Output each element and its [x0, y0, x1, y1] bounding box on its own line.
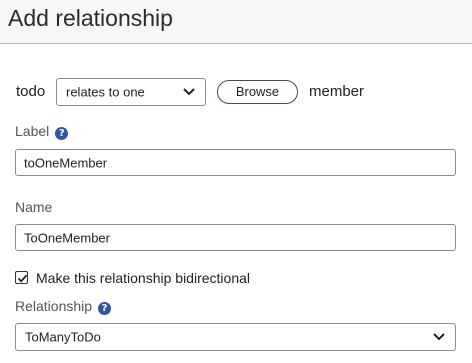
name-field-label: Name	[15, 199, 53, 215]
bidirectional-option: Make this relationship bidirectional	[15, 270, 415, 286]
relationship-select-value: ToManyToDo	[25, 329, 101, 345]
relationship-select[interactable]: ToManyToDo	[15, 323, 456, 351]
relationship-definition-row: todo relates to one Browse member	[15, 78, 465, 106]
label-input[interactable]: toOneMember	[15, 149, 456, 176]
chevron-down-icon	[433, 333, 445, 341]
name-input[interactable]: ToOneMember	[15, 224, 456, 251]
help-icon[interactable]: ?	[55, 127, 69, 140]
bidirectional-checkbox-label[interactable]: Make this relationship bidirectional	[36, 270, 250, 286]
relationship-type-select[interactable]: relates to one	[56, 78, 206, 106]
label-field-text: Label	[15, 123, 50, 139]
relationship-type-value: relates to one	[66, 84, 145, 100]
target-entity-name: member	[309, 83, 365, 100]
browse-button[interactable]: Browse	[217, 80, 298, 104]
add-relationship-dialog: Add relationship todo relates to one Bro…	[0, 0, 472, 363]
chevron-down-icon	[183, 88, 195, 96]
help-icon[interactable]: ?	[98, 302, 112, 315]
dialog-title: Add relationship	[8, 5, 173, 31]
bidirectional-checkbox[interactable]	[15, 271, 28, 284]
relationship-field-text: Relationship	[15, 298, 93, 314]
label-input-value: toOneMember	[24, 155, 108, 170]
relationship-field-label: Relationship?	[15, 298, 112, 315]
checkmark-icon	[17, 274, 28, 283]
source-entity-name: todo	[16, 83, 46, 100]
dialog-header: Add relationship	[0, 0, 472, 44]
name-input-value: ToOneMember	[24, 230, 110, 245]
label-field-label: Label?	[15, 123, 69, 140]
